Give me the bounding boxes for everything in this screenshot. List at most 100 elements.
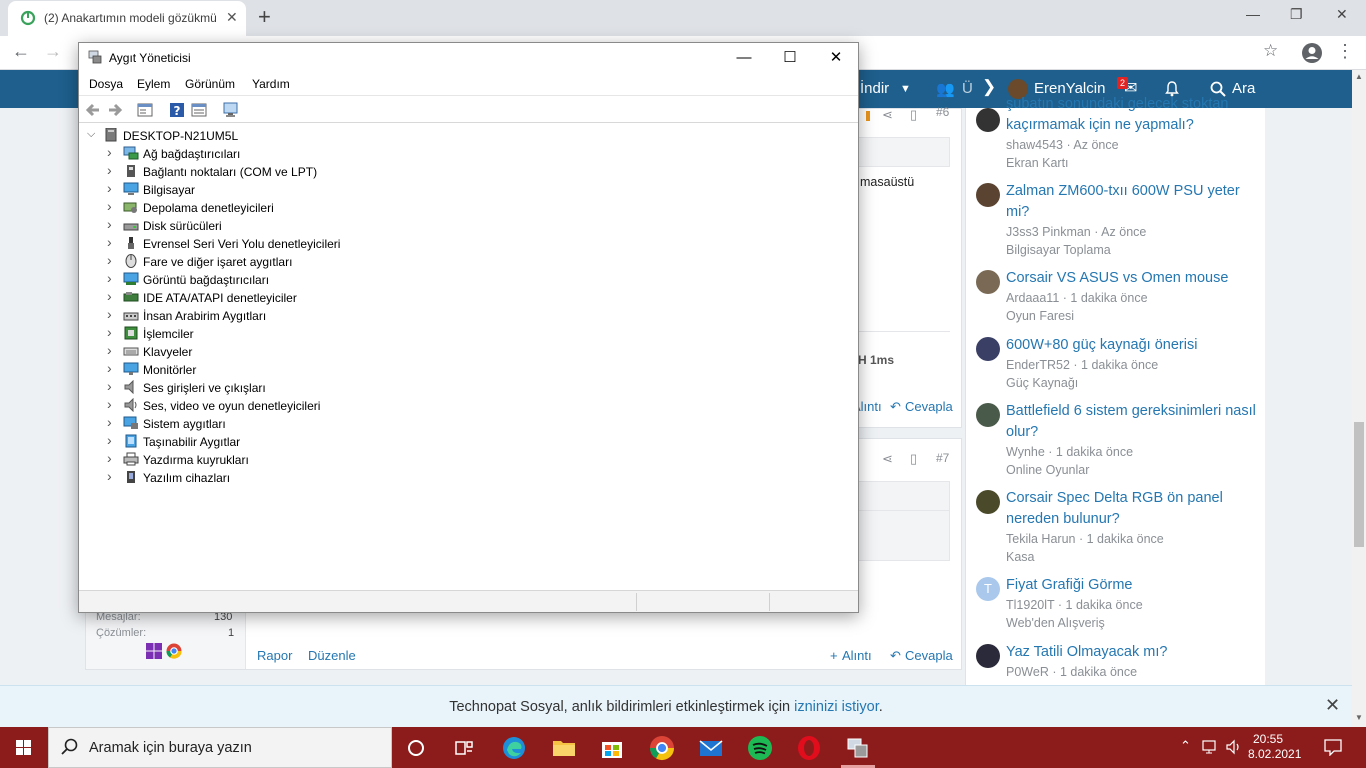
browser-tab[interactable]: (2) Anakartımın modeli gözükmü ✕: [8, 1, 246, 36]
scrollbar-thumb[interactable]: [1354, 422, 1364, 547]
avatar[interactable]: [976, 403, 1000, 427]
quote-button[interactable]: Alıntı: [842, 648, 872, 663]
notification-close-icon[interactable]: ✕: [1325, 695, 1340, 716]
chevron-right-icon[interactable]: ›: [107, 216, 112, 232]
chevron-down-icon[interactable]: ▼: [900, 83, 911, 95]
mail-icon[interactable]: [698, 735, 724, 761]
edit-button[interactable]: Düzenle: [308, 648, 356, 663]
thread-forum[interactable]: Web'den Alışveriş: [1006, 616, 1105, 630]
chevron-right-icon[interactable]: ›: [107, 414, 112, 430]
tray-expand-icon[interactable]: ⌃: [1180, 738, 1191, 754]
reply-button[interactable]: Cevapla: [905, 648, 953, 663]
avatar[interactable]: [976, 644, 1000, 668]
minimize-icon[interactable]: —: [1246, 6, 1260, 22]
file-explorer-icon[interactable]: [551, 735, 577, 761]
window-titlebar[interactable]: Aygıt Yöneticisi — ☐ ✕: [79, 43, 858, 73]
back-icon[interactable]: ←: [12, 41, 30, 62]
thread-title[interactable]: Fiyat Grafiği Görme: [1006, 575, 1256, 596]
chevron-right-icon[interactable]: ›: [107, 450, 112, 466]
back-arrow-icon[interactable]: [85, 102, 101, 118]
bookmark-star-icon[interactable]: ☆: [1263, 41, 1278, 61]
volume-icon[interactable]: [1225, 739, 1243, 755]
reply-icon[interactable]: ↶: [890, 648, 901, 664]
nav-download[interactable]: İndir: [860, 80, 889, 97]
post-number[interactable]: #7: [936, 451, 949, 465]
thread-forum[interactable]: Oyun Faresi: [1006, 309, 1074, 323]
window-minimize-icon[interactable]: —: [721, 46, 767, 70]
chevron-right-icon[interactable]: ›: [107, 288, 112, 304]
chevron-right-icon[interactable]: ›: [107, 432, 112, 448]
list-view-icon[interactable]: [191, 102, 207, 118]
chevron-down-icon[interactable]: ⌵: [87, 128, 95, 141]
scroll-up-icon[interactable]: ▲: [1355, 72, 1363, 81]
taskbar-clock[interactable]: 20:55 8.02.2021: [1248, 732, 1301, 762]
bookmark-icon[interactable]: ▯: [910, 107, 917, 123]
avatar[interactable]: T: [976, 577, 1000, 601]
chevron-right-icon[interactable]: ›: [107, 234, 112, 250]
chevron-right-icon[interactable]: ›: [107, 252, 112, 268]
chevron-right-icon[interactable]: ›: [107, 378, 112, 394]
notification-permission-link[interactable]: izninizi istiyor: [794, 699, 879, 715]
chevron-right-icon[interactable]: ›: [107, 324, 112, 340]
quote-plus-icon[interactable]: +: [830, 648, 838, 663]
chevron-right-icon[interactable]: ›: [107, 360, 112, 376]
network-icon[interactable]: [1202, 739, 1220, 755]
chrome-icon[interactable]: [649, 735, 675, 761]
thread-forum[interactable]: Ekran Kartı: [1006, 156, 1069, 170]
reply-icon[interactable]: ↶: [890, 399, 901, 415]
members-icon[interactable]: 👥: [936, 80, 955, 98]
thread-title[interactable]: Yaz Tatili Olmayacak mı?: [1006, 642, 1256, 663]
thread-title[interactable]: şubatın sonundaki gelecek stoktan kaçırm…: [1006, 94, 1256, 136]
spotify-icon[interactable]: [747, 735, 773, 761]
report-button[interactable]: Rapor: [257, 648, 292, 663]
profile-icon[interactable]: [1301, 42, 1323, 64]
menu-action[interactable]: Eylem: [137, 77, 170, 91]
scroll-down-icon[interactable]: ▼: [1355, 713, 1363, 722]
chevron-right-icon[interactable]: ›: [107, 144, 112, 160]
thread-forum[interactable]: Kasa: [1006, 550, 1035, 564]
forward-arrow-icon[interactable]: [107, 102, 123, 118]
windows-start-icon[interactable]: [0, 727, 48, 768]
window-close-icon[interactable]: ✕: [813, 46, 859, 70]
avatar[interactable]: [976, 108, 1000, 132]
edge-icon[interactable]: [501, 735, 527, 761]
forward-icon[interactable]: →: [44, 41, 62, 62]
menu-help[interactable]: Yardım: [252, 77, 290, 91]
thread-forum[interactable]: Bilgisayar Toplama: [1006, 243, 1111, 257]
reply-button[interactable]: Cevapla: [905, 399, 953, 414]
chevron-right-icon[interactable]: ›: [107, 162, 112, 178]
thread-title[interactable]: Battlefield 6 sistem gereksinimleri nası…: [1006, 401, 1256, 443]
chevron-right-icon[interactable]: ›: [107, 180, 112, 196]
restore-icon[interactable]: ❐: [1290, 6, 1303, 23]
thread-title[interactable]: 600W+80 güç kaynağı önerisi: [1006, 335, 1256, 356]
close-icon[interactable]: ✕: [1336, 6, 1348, 23]
share-icon[interactable]: ⋖: [882, 451, 893, 467]
chevron-right-icon[interactable]: ›: [107, 198, 112, 214]
nav-members[interactable]: Ü: [962, 80, 973, 97]
menu-dots-icon[interactable]: ⋮: [1336, 41, 1354, 62]
chevron-right-icon[interactable]: ›: [107, 306, 112, 322]
chevron-right-icon[interactable]: ›: [107, 396, 112, 412]
chevron-right-icon[interactable]: ›: [107, 342, 112, 358]
thread-title[interactable]: Corsair Spec Delta RGB ön panel nereden …: [1006, 488, 1256, 530]
thread-forum[interactable]: Güç Kaynağı: [1006, 376, 1078, 390]
nav-scroll-right-icon[interactable]: ❯: [982, 77, 996, 97]
thread-title[interactable]: Zalman ZM600-txıı 600W PSU yeter mi?: [1006, 181, 1256, 223]
tab-close-icon[interactable]: ✕: [226, 9, 238, 26]
menu-view[interactable]: Görünüm: [185, 77, 235, 91]
window-maximize-icon[interactable]: ☐: [767, 46, 813, 70]
menu-file[interactable]: Dosya: [89, 77, 123, 91]
properties-view-icon[interactable]: [137, 102, 153, 118]
chevron-right-icon[interactable]: ›: [107, 270, 112, 286]
help-icon[interactable]: ?: [169, 102, 185, 118]
action-center-icon[interactable]: [1324, 738, 1342, 756]
task-view-icon[interactable]: [451, 735, 477, 761]
thread-title[interactable]: Corsair VS ASUS vs Omen mouse: [1006, 268, 1256, 289]
bookmark-icon[interactable]: ▯: [910, 451, 917, 467]
microsoft-store-icon[interactable]: [599, 735, 625, 761]
avatar[interactable]: [976, 490, 1000, 514]
device-manager-taskbar-icon[interactable]: [845, 735, 871, 761]
taskbar-search-box[interactable]: Aramak için buraya yazın: [48, 727, 392, 768]
avatar[interactable]: [976, 270, 1000, 294]
scan-hardware-icon[interactable]: [223, 102, 239, 118]
